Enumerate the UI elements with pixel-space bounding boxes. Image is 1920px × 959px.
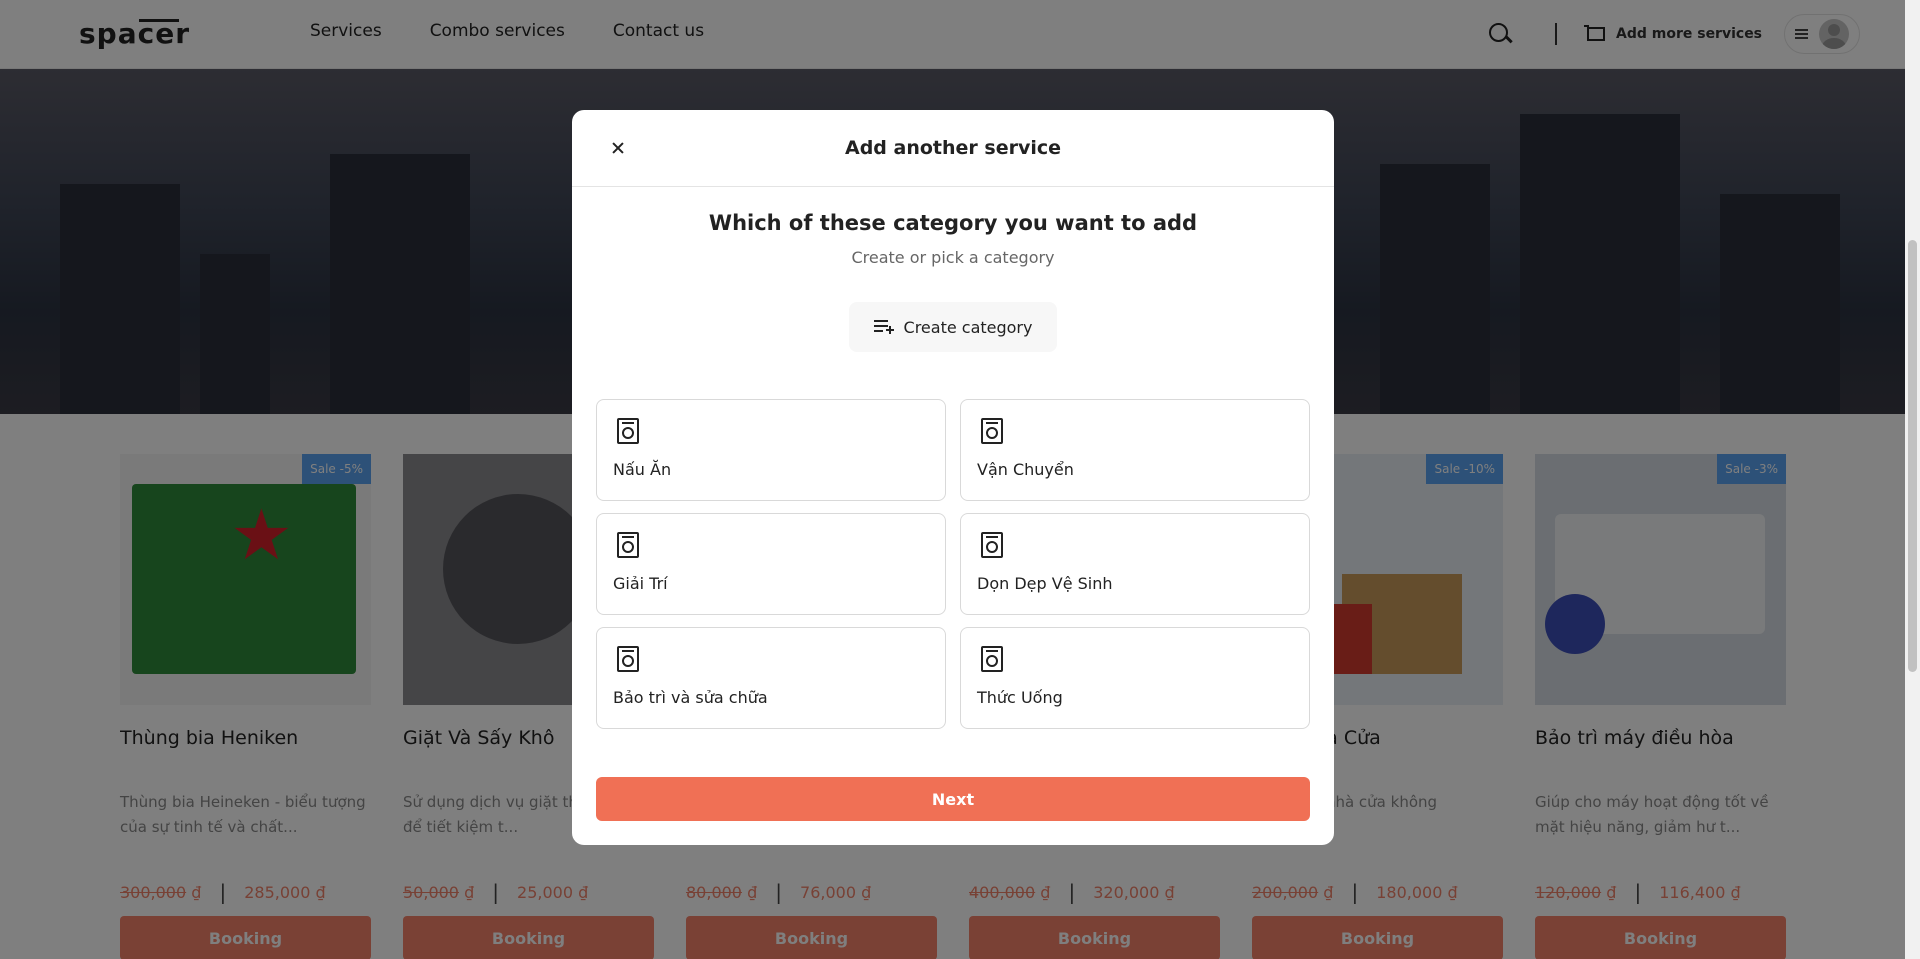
category-name: Giải Trí <box>613 574 668 593</box>
category-option[interactable]: Vận Chuyển <box>960 399 1310 501</box>
page-scrollbar[interactable] <box>1905 0 1920 959</box>
category-option[interactable]: Bảo trì và sửa chữa <box>596 627 946 729</box>
next-button[interactable]: Next <box>596 777 1310 821</box>
washing-machine-icon <box>981 532 1003 558</box>
modal-subtitle: Create or pick a category <box>851 248 1055 267</box>
category-option[interactable]: Giải Trí <box>596 513 946 615</box>
washing-machine-icon <box>617 646 639 672</box>
washing-machine-icon <box>981 646 1003 672</box>
playlist-add-icon <box>873 320 894 334</box>
create-category-label: Create category <box>903 317 1033 337</box>
category-option[interactable]: Thức Uống <box>960 627 1310 729</box>
washing-machine-icon <box>617 418 639 444</box>
category-name: Thức Uống <box>977 688 1063 707</box>
category-option[interactable]: Dọn Dẹp Vệ Sinh <box>960 513 1310 615</box>
scrollbar-thumb[interactable] <box>1908 240 1917 672</box>
add-service-modal: Add another service Which of these categ… <box>572 110 1334 845</box>
close-icon[interactable] <box>610 140 626 156</box>
category-option[interactable]: Nấu Ăn <box>596 399 946 501</box>
category-grid: Nấu Ăn Vận Chuyển Giải Trí Dọn Dẹp Vệ Si… <box>596 399 1310 729</box>
category-name: Nấu Ăn <box>613 460 672 479</box>
create-category-button[interactable]: Create category <box>849 302 1057 352</box>
category-name: Dọn Dẹp Vệ Sinh <box>977 574 1113 593</box>
modal-title: Add another service <box>844 137 1061 159</box>
washing-machine-icon <box>981 418 1003 444</box>
washing-machine-icon <box>617 532 639 558</box>
modal-question: Which of these category you want to add <box>708 211 1198 235</box>
modal-header: Add another service <box>572 110 1334 187</box>
category-name: Bảo trì và sửa chữa <box>613 688 768 707</box>
category-name: Vận Chuyển <box>977 460 1074 479</box>
